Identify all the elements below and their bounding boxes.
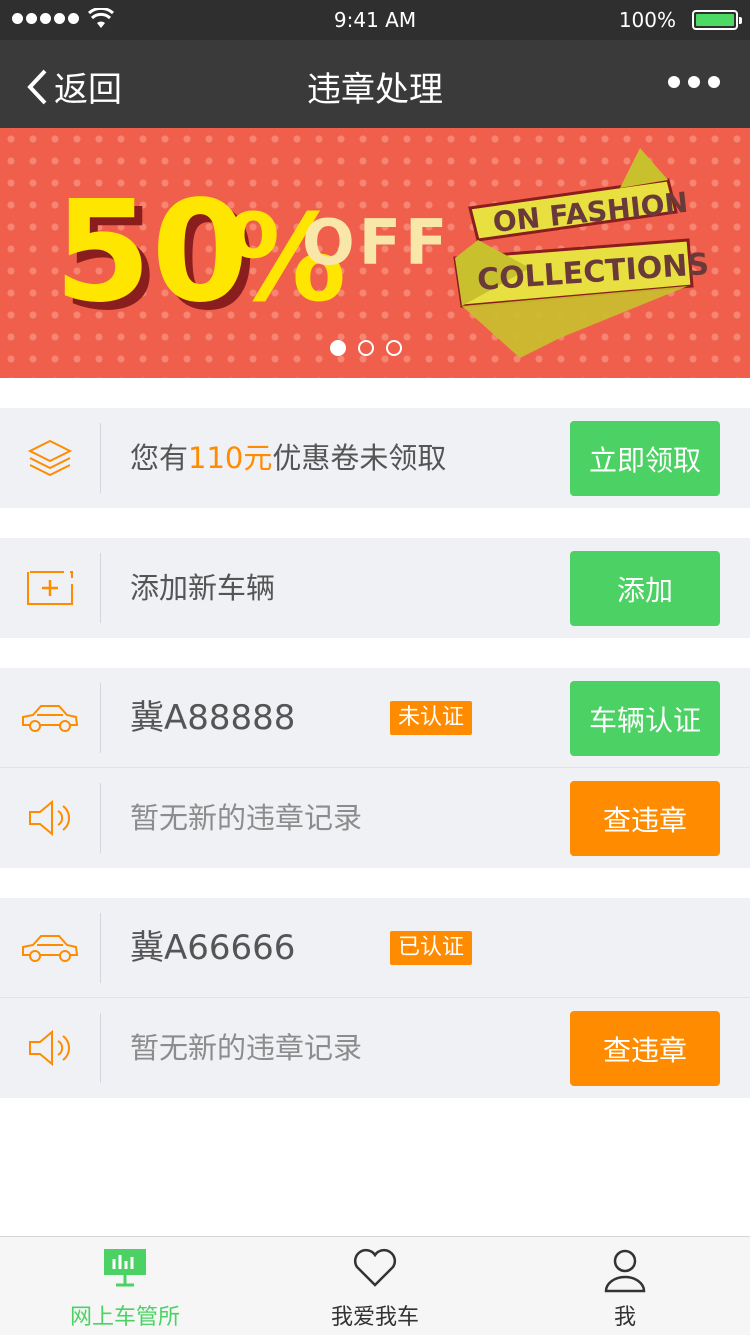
coupon-amount: 110元 — [188, 441, 273, 475]
coupon-text: 您有110元优惠卷未领取 — [130, 441, 447, 475]
dashboard-icon — [0, 1247, 250, 1293]
status-bar: 9:41 AM 100% — [0, 0, 750, 40]
battery-icon — [692, 10, 742, 30]
tab-vehicle-office[interactable]: 网上车管所 — [0, 1237, 250, 1335]
tab-label: 我爱我车 — [330, 1305, 419, 1330]
layers-icon — [20, 433, 80, 483]
more-button[interactable] — [668, 76, 720, 88]
promo-banner[interactable]: 50 50 % OFF ON FASHION COLLECTIONS — [0, 128, 750, 378]
banner-big-text: 50 — [54, 171, 249, 334]
violation-record-row: 暂无新的违章记录 查违章 — [0, 998, 750, 1098]
plate-number: 冀A88888 — [130, 698, 296, 738]
tab-label: 网上车管所 — [69, 1305, 180, 1330]
speaker-icon — [20, 793, 80, 843]
car-icon — [20, 693, 80, 743]
user-icon — [500, 1247, 750, 1293]
verify-vehicle-button[interactable]: 车辆认证 — [570, 681, 720, 756]
speaker-icon — [20, 1023, 80, 1073]
banner-off-text: OFF — [302, 206, 451, 279]
car-icon — [20, 923, 80, 973]
battery-percent: 100% — [618, 8, 676, 32]
claim-coupon-button[interactable]: 立即领取 — [570, 421, 720, 496]
vehicle-row[interactable]: 冀A88888 未认证 车辆认证 — [0, 668, 750, 768]
violation-record-text: 暂无新的违章记录 — [130, 1031, 363, 1065]
tab-label: 我 — [613, 1305, 636, 1330]
nav-bar: 返回 违章处理 — [0, 40, 750, 128]
tab-my-car[interactable]: 我爱我车 — [250, 1237, 500, 1335]
heart-icon — [250, 1247, 500, 1293]
carousel-dot[interactable] — [330, 340, 346, 356]
status-badge: 未认证 — [390, 701, 473, 735]
add-box-icon — [20, 563, 80, 613]
status-badge: 已认证 — [390, 931, 473, 965]
add-vehicle-button[interactable]: 添加 — [570, 551, 720, 626]
violation-record-row: 暂无新的违章记录 查违章 — [0, 768, 750, 868]
check-violation-button[interactable]: 查违章 — [570, 781, 720, 856]
vehicle-row[interactable]: 冀A66666 已认证 — [0, 898, 750, 998]
tab-me[interactable]: 我 — [500, 1237, 750, 1335]
add-vehicle-label: 添加新车辆 — [130, 571, 276, 605]
tab-bar: 网上车管所 我爱我车 我 — [0, 1236, 750, 1335]
page-title: 违章处理 — [307, 70, 443, 110]
carousel-dots[interactable] — [330, 340, 402, 356]
plate-number: 冀A66666 — [130, 928, 296, 968]
violation-record-text: 暂无新的违章记录 — [130, 801, 363, 835]
carousel-dot[interactable] — [358, 340, 374, 356]
check-violation-button[interactable]: 查违章 — [570, 1011, 720, 1086]
coupon-row: 您有110元优惠卷未领取 立即领取 — [0, 408, 750, 508]
carousel-dot[interactable] — [386, 340, 402, 356]
add-vehicle-row: 添加新车辆 添加 — [0, 538, 750, 638]
